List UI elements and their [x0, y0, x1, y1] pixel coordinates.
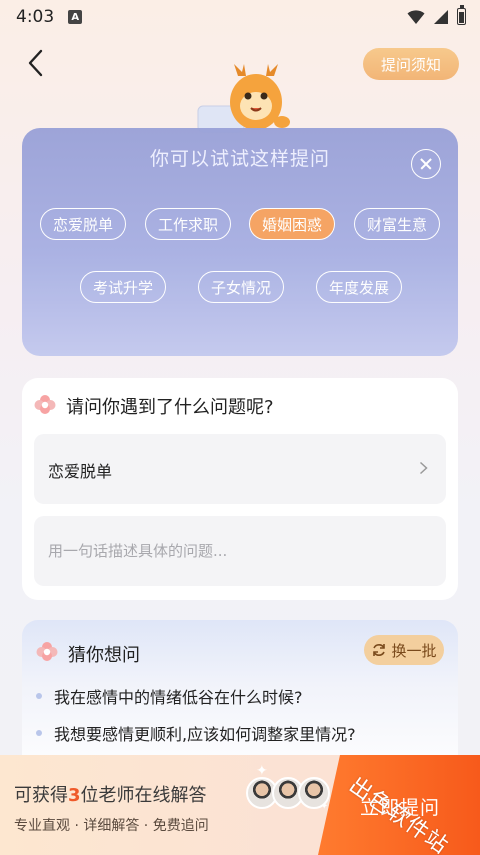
topic-value: 恋爱脱单 [48, 462, 113, 481]
status-time: 4:03 [16, 7, 55, 27]
chip-exam[interactable]: 考试升学 [80, 271, 166, 303]
flower-icon [34, 395, 56, 414]
signal-icon [434, 9, 448, 24]
guess-item-text: 我在感情中的情绪低谷在什么时候? [54, 688, 303, 707]
guess-item-text: 我想要感情更顺利,应该如何调整家里情况? [54, 725, 356, 744]
topic-select[interactable]: 恋爱脱单 [34, 434, 446, 504]
chip-love[interactable]: 恋爱脱单 [40, 208, 126, 240]
guess-item[interactable]: 我想要感情更顺利,应该如何调整家里情况? [36, 721, 356, 745]
question-form: 请问你遇到了什么问题呢? 恋爱脱单 [22, 378, 458, 600]
avatar [298, 777, 330, 809]
refresh-button[interactable]: 换一批 [364, 635, 444, 665]
description-input[interactable] [34, 516, 446, 586]
teacher-avatars [246, 777, 330, 809]
status-bar: 4:03 A [0, 0, 480, 34]
question-title: 请问你遇到了什么问题呢? [66, 397, 274, 418]
refresh-label: 换一批 [391, 641, 437, 660]
chip-annual[interactable]: 年度发展 [316, 271, 402, 303]
teacher-count-prefix: 可获得 [14, 785, 68, 806]
bullet-dot [36, 693, 42, 699]
chevron-right-icon [419, 461, 428, 475]
wifi-icon [407, 9, 425, 24]
features-text: 专业直观 · 详细解答 · 免费追问 [14, 818, 209, 834]
notice-button[interactable]: 提问须知 [363, 48, 459, 80]
back-button[interactable] [22, 46, 50, 80]
chip-marriage[interactable]: 婚姻困惑 [249, 208, 335, 240]
battery-icon [457, 5, 466, 25]
bullet-dot [36, 730, 42, 736]
mascot-image [197, 64, 290, 133]
flower-icon [36, 642, 58, 661]
teacher-count-suffix: 位老师在线解答 [80, 785, 207, 806]
refresh-icon [373, 644, 386, 656]
chip-job[interactable]: 工作求职 [145, 208, 231, 240]
teacher-count-text: 可获得3位老师在线解答 [14, 781, 207, 807]
guess-title: 猜你想问 [68, 645, 140, 666]
close-suggestion-button[interactable] [411, 149, 441, 179]
chip-wealth[interactable]: 财富生意 [354, 208, 440, 240]
guess-item[interactable]: 我在感情中的情绪低谷在什么时候? [36, 684, 303, 708]
notification-icon: A [68, 10, 83, 24]
status-icons [407, 5, 466, 25]
suggestion-panel: 你可以试试这样提问 恋爱脱单 工作求职 婚姻困惑 财富生意 考试升学 子女情况 … [22, 128, 458, 356]
suggestion-title: 你可以试试这样提问 [149, 148, 330, 170]
teacher-count: 3 [68, 785, 81, 806]
chip-children[interactable]: 子女情况 [198, 271, 284, 303]
